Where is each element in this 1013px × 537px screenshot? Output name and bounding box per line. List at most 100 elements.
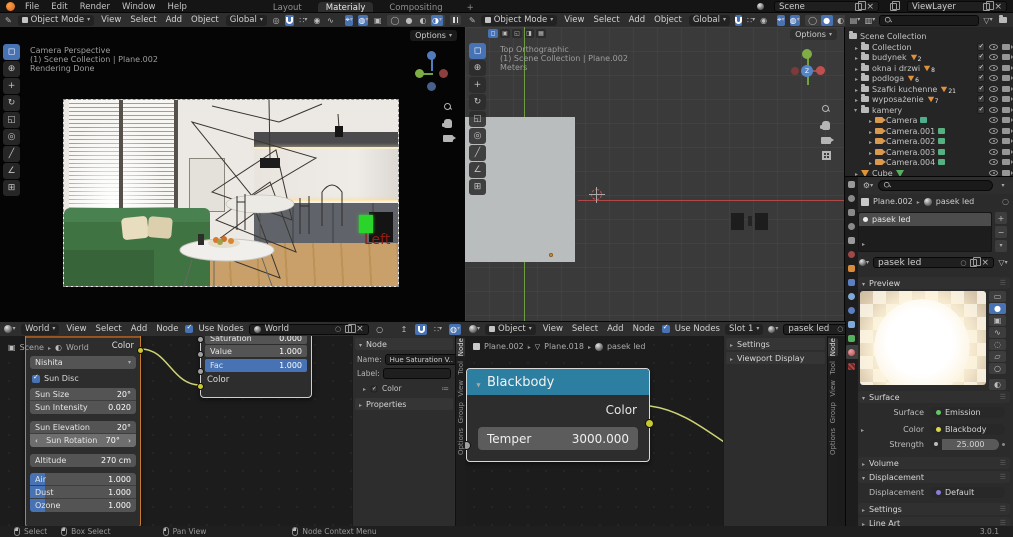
tool-annotate[interactable]: ╱	[469, 145, 486, 161]
tab-modifiers[interactable]	[845, 275, 858, 289]
viewport-display-panel-header[interactable]: Viewport Display	[726, 352, 825, 364]
object-origin-dot[interactable]	[549, 253, 553, 257]
tab-group[interactable]: Group	[828, 402, 838, 423]
tool-measure[interactable]: ∠	[3, 163, 20, 179]
tool-transform[interactable]: ◎	[469, 128, 486, 144]
tool-measure[interactable]: ∠	[469, 162, 486, 178]
tab-object-data[interactable]	[845, 331, 858, 345]
tool-move[interactable]: +	[3, 78, 20, 94]
render-visibility-icon[interactable]	[1002, 86, 1010, 92]
menu-help[interactable]: Help	[165, 2, 188, 12]
nav-gizmo[interactable]	[415, 51, 449, 91]
hide-icon[interactable]	[989, 65, 998, 71]
use-nodes-checkbox[interactable]	[662, 325, 670, 333]
editor-type-icon[interactable]	[469, 324, 480, 335]
options-dropdown[interactable]: Options	[790, 29, 837, 40]
add-workspace-button[interactable]: +	[459, 2, 482, 14]
outliner-row-scene-collection[interactable]: Scene Collection	[845, 31, 1013, 41]
pivot-icon[interactable]: ◎	[272, 15, 281, 26]
world-id-field[interactable]: World ○	[249, 324, 369, 335]
exclude-checkbox[interactable]	[977, 95, 985, 103]
mode-dropdown[interactable]: Object Mode	[481, 15, 558, 26]
saturation-input-socket[interactable]	[197, 336, 204, 343]
hide-icon[interactable]	[989, 44, 998, 50]
tool-add-cube[interactable]: ⊞	[3, 180, 20, 196]
tab-scene[interactable]	[845, 233, 858, 247]
editor-type-icon[interactable]: ▤	[849, 15, 861, 26]
exclude-checkbox[interactable]	[977, 74, 985, 82]
gizmo-z-axis[interactable]: Z	[801, 65, 813, 77]
surface-panel-header[interactable]: Surface☰	[858, 391, 1010, 403]
hide-icon[interactable]	[989, 107, 998, 113]
surface-value-button[interactable]: Emission	[930, 407, 1005, 418]
overlays-icon[interactable]: ◍	[358, 15, 368, 26]
expand-icon[interactable]	[855, 43, 858, 52]
hide-icon[interactable]	[989, 75, 998, 81]
snap-settings-icon[interactable]: ∷	[299, 15, 308, 26]
camera-view-icon[interactable]	[443, 135, 453, 142]
viewport1-canvas[interactable]: ◻ ⊕ + ↻ ◱ ◎ ╱ ∠ ⊞ Camera Perspective (1)…	[0, 27, 465, 322]
use-nodes-checkbox[interactable]	[185, 325, 193, 333]
properties-search-input[interactable]	[878, 180, 993, 191]
gizmo-minus-x[interactable]	[791, 67, 799, 75]
new-world-icon[interactable]	[345, 325, 352, 333]
keyframe-dot-icon[interactable]	[1002, 443, 1005, 446]
shader2-canvas[interactable]: Plane.002 ▽ Plane.018 pasek led Blackbod…	[465, 336, 845, 526]
zoom-icon[interactable]	[822, 105, 831, 114]
hide-icon[interactable]	[989, 96, 998, 102]
tool-rotate[interactable]: ↻	[469, 94, 486, 110]
outliner-row-szafki-kuchenne[interactable]: Szafki kuchenne 21	[845, 84, 1013, 94]
outliner-row-wyposazenie[interactable]: wyposażenie 7	[845, 94, 1013, 104]
preview-cube-icon[interactable]: ▣	[989, 315, 1006, 326]
material-specials-icon[interactable]: ▽	[997, 257, 1009, 268]
render-visibility-icon[interactable]	[1002, 75, 1010, 81]
insert-offset-icon[interactable]: ↥	[398, 324, 410, 335]
proportional-edit-icon[interactable]: ◉	[313, 15, 322, 26]
render-visibility-icon[interactable]	[1002, 159, 1010, 165]
menu-view[interactable]: View	[99, 15, 123, 25]
tool-rotate[interactable]: ↻	[3, 95, 20, 111]
strength-slider[interactable]: 25.000	[942, 439, 999, 450]
workspace-tab-layout[interactable]: Layout	[265, 2, 310, 14]
tool-transform[interactable]: ◎	[3, 129, 20, 145]
fac-input-socket[interactable]	[197, 368, 204, 375]
menu-view[interactable]: View	[541, 324, 565, 334]
tab-options[interactable]: Options	[828, 428, 838, 455]
expand-icon[interactable]	[855, 85, 858, 94]
tool-add-cube[interactable]: ⊞	[469, 179, 486, 195]
outliner-row-camera-004[interactable]: Camera.004	[845, 157, 1013, 167]
outliner-row-camera[interactable]: Camera	[845, 115, 1013, 125]
expand-icon[interactable]	[861, 425, 864, 434]
color-output-socket[interactable]	[137, 347, 144, 354]
preview-flat-icon[interactable]: ▭	[989, 291, 1006, 302]
menu-add[interactable]: Add	[164, 15, 184, 25]
tool-annotate[interactable]: ╱	[3, 146, 20, 162]
scene-object[interactable]	[748, 216, 752, 226]
editor-type-icon[interactable]: ✎	[4, 15, 13, 26]
menu-view[interactable]: View	[64, 324, 88, 334]
pin-icon[interactable]: ○	[374, 324, 386, 335]
exclude-checkbox[interactable]	[977, 106, 985, 114]
gizmo-minus-z[interactable]	[427, 82, 436, 91]
fake-user-icon[interactable]: ○	[335, 325, 341, 333]
shader1-canvas[interactable]: ▣ Scene ◐ World Color Nishita Sun Disc S…	[0, 336, 465, 526]
tab-node[interactable]: Node	[456, 338, 466, 356]
color-output-socket[interactable]	[645, 419, 654, 428]
fake-user-icon[interactable]: ○	[960, 259, 966, 267]
expand-icon[interactable]	[869, 158, 872, 167]
menu-file[interactable]: File	[23, 2, 41, 12]
material-name-field[interactable]: pasek led ○	[873, 257, 994, 268]
unlink-world-icon[interactable]	[356, 324, 364, 334]
tab-tool[interactable]	[845, 177, 858, 191]
settings-panel-header[interactable]: Settings☰	[858, 503, 1010, 515]
shader-type-dropdown[interactable]: Object	[485, 324, 536, 335]
render-visibility-icon[interactable]	[1002, 96, 1010, 102]
viewport2-canvas[interactable]: ◻ ▣ ◱ ◨ ▦ Options Top Orthographic (1) S…	[465, 27, 845, 322]
menu-object[interactable]: Object	[652, 15, 684, 25]
menu-render[interactable]: Render	[78, 2, 112, 12]
expand-icon[interactable]	[363, 384, 366, 393]
new-scene-icon[interactable]	[855, 3, 862, 11]
tab-view[interactable]: View	[456, 380, 466, 397]
select-box-icon[interactable]: ◻	[488, 29, 498, 38]
delete-scene-icon[interactable]	[866, 2, 874, 12]
